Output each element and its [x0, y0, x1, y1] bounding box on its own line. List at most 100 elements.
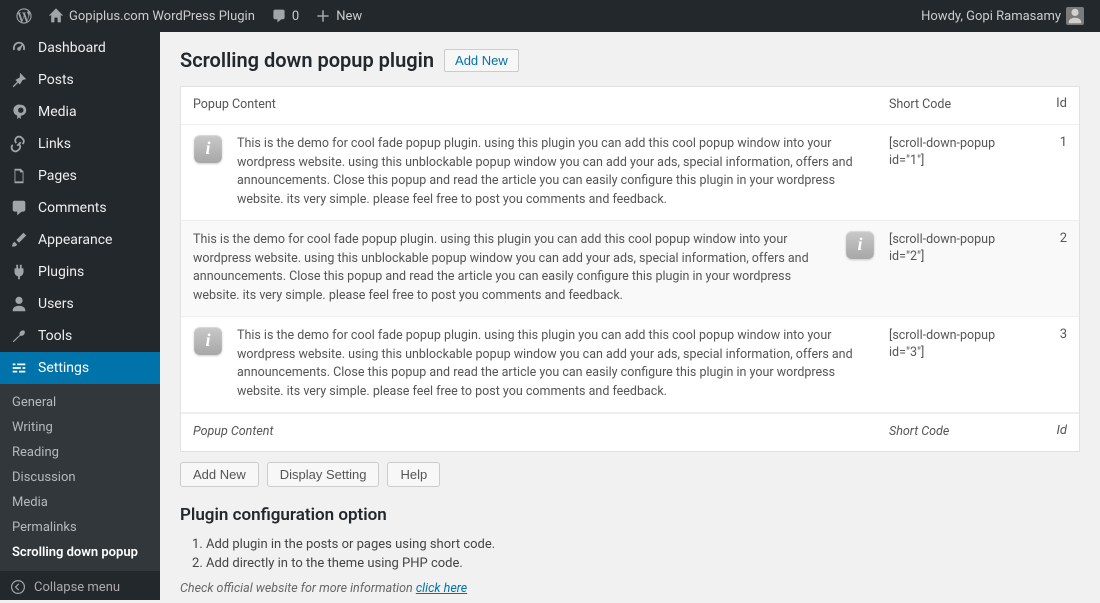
- avatar: [1066, 7, 1084, 25]
- menu-label: Settings: [38, 360, 89, 376]
- menu-tools[interactable]: Tools: [0, 320, 160, 352]
- row-content: This is the demo for cool fade popup plu…: [237, 327, 875, 402]
- info-icon: i: [194, 327, 222, 355]
- menu-pages[interactable]: Pages: [0, 160, 160, 192]
- menu-media[interactable]: Media: [0, 96, 160, 128]
- new-label: New: [336, 9, 362, 24]
- submenu-permalinks[interactable]: Permalinks: [0, 515, 160, 540]
- config-item: Add directly in to the theme using PHP c…: [206, 554, 1080, 573]
- menu-links[interactable]: Links: [0, 128, 160, 160]
- row-icon-cell: i: [193, 135, 223, 163]
- submenu-discussion[interactable]: Discussion: [0, 465, 160, 490]
- table-row[interactable]: This is the demo for cool fade popup plu…: [181, 221, 1079, 317]
- row-content: This is the demo for cool fade popup plu…: [193, 231, 831, 306]
- media-icon: [10, 103, 28, 121]
- page-title: Scrolling down popup plugin: [180, 48, 434, 72]
- home-icon: [48, 8, 64, 24]
- menu-label: Dashboard: [38, 40, 106, 56]
- collapse-label: Collapse menu: [34, 580, 120, 595]
- submenu-media[interactable]: Media: [0, 490, 160, 515]
- menu-label: Media: [38, 104, 77, 120]
- pin-icon: [10, 71, 28, 89]
- site-name: Gopiplus.com WordPress Plugin: [69, 9, 255, 24]
- greeting-text: Howdy, Gopi Ramasamy: [921, 9, 1061, 24]
- page-icon: [10, 167, 28, 185]
- table-row[interactable]: i This is the demo for cool fade popup p…: [181, 317, 1079, 413]
- collapse-menu[interactable]: Collapse menu: [0, 571, 160, 603]
- menu-label: Plugins: [38, 264, 84, 280]
- menu-posts[interactable]: Posts: [0, 64, 160, 96]
- dashboard-icon: [10, 39, 28, 57]
- menu-label: Tools: [38, 328, 72, 344]
- plug-icon: [10, 263, 28, 281]
- display-setting-button[interactable]: Display Setting: [267, 462, 380, 487]
- help-button[interactable]: Help: [387, 462, 440, 487]
- comment-icon: [10, 199, 28, 217]
- wordpress-icon: [16, 8, 32, 24]
- row-id: 2: [1043, 231, 1067, 246]
- row-icon-cell: i: [193, 327, 223, 355]
- sliders-icon: [10, 359, 28, 377]
- row-shortcode: [scroll-down-popup id="2"]: [889, 231, 1029, 266]
- row-icon-cell: i: [845, 231, 875, 259]
- col-content-header: Popup Content: [193, 96, 875, 115]
- menu-label: Pages: [38, 168, 77, 184]
- col-short-header: Short Code: [889, 96, 1029, 114]
- menu-label: Users: [38, 296, 74, 312]
- config-item: Add plugin in the posts or pages using s…: [206, 535, 1080, 554]
- account-link[interactable]: Howdy, Gopi Ramasamy: [913, 0, 1092, 32]
- wp-logo-menu[interactable]: [8, 0, 40, 32]
- row-id: 1: [1043, 135, 1067, 150]
- settings-submenu: General Writing Reading Discussion Media…: [0, 384, 160, 571]
- plus-icon: [315, 8, 331, 24]
- menu-label: Posts: [38, 72, 74, 88]
- submenu-scrolling-down-popup[interactable]: Scrolling down popup: [0, 540, 160, 565]
- menu-appearance[interactable]: Appearance: [0, 224, 160, 256]
- col-id-footer: Id: [1043, 423, 1067, 438]
- menu-label: Links: [38, 136, 71, 152]
- action-buttons: Add New Display Setting Help: [180, 462, 1080, 487]
- main-content: Scrolling down popup plugin Add New Popu…: [160, 32, 1100, 600]
- menu-plugins[interactable]: Plugins: [0, 256, 160, 288]
- config-list: Add plugin in the posts or pages using s…: [180, 535, 1080, 573]
- row-shortcode: [scroll-down-popup id="1"]: [889, 135, 1029, 170]
- col-id-header: Id: [1043, 96, 1067, 111]
- table-footer: Popup Content Short Code Id: [181, 413, 1079, 451]
- menu-comments[interactable]: Comments: [0, 192, 160, 224]
- add-new-button-top[interactable]: Add New: [444, 49, 519, 72]
- row-id: 3: [1043, 327, 1067, 342]
- row-content: This is the demo for cool fade popup plu…: [237, 135, 875, 210]
- menu-label: Appearance: [38, 232, 112, 248]
- submenu-writing[interactable]: Writing: [0, 415, 160, 440]
- admin-toolbar: Gopiplus.com WordPress Plugin 0 New Howd…: [0, 0, 1100, 32]
- comments-count: 0: [292, 9, 299, 24]
- submenu-general[interactable]: General: [0, 390, 160, 415]
- click-here-link[interactable]: click here: [416, 581, 467, 596]
- wrench-icon: [10, 327, 28, 345]
- info-icon: i: [194, 135, 222, 163]
- table-row[interactable]: i This is the demo for cool fade popup p…: [181, 125, 1079, 221]
- link-icon: [10, 135, 28, 153]
- note-text: Check official website for more informat…: [180, 581, 416, 596]
- comments-link[interactable]: 0: [263, 0, 307, 32]
- menu-dashboard[interactable]: Dashboard: [0, 32, 160, 64]
- col-content-footer: Popup Content: [193, 423, 875, 442]
- site-name-link[interactable]: Gopiplus.com WordPress Plugin: [40, 0, 263, 32]
- row-shortcode: [scroll-down-popup id="3"]: [889, 327, 1029, 362]
- submenu-reading[interactable]: Reading: [0, 440, 160, 465]
- menu-label: Comments: [38, 200, 107, 216]
- config-heading: Plugin configuration option: [180, 505, 1080, 525]
- menu-settings[interactable]: Settings: [0, 352, 160, 384]
- config-note: Check official website for more informat…: [180, 581, 1080, 596]
- popup-list-table: Popup Content Short Code Id i This is th…: [180, 86, 1080, 452]
- comment-icon: [271, 8, 287, 24]
- user-icon: [10, 295, 28, 313]
- collapse-icon: [10, 579, 26, 595]
- info-icon: i: [846, 231, 874, 259]
- admin-footer: Thank you for creating with WordPress. V…: [180, 596, 1080, 601]
- new-content-link[interactable]: New: [307, 0, 370, 32]
- menu-users[interactable]: Users: [0, 288, 160, 320]
- admin-sidebar: Dashboard Posts Media Links Pages Commen…: [0, 32, 160, 600]
- add-new-button[interactable]: Add New: [180, 462, 259, 487]
- table-header: Popup Content Short Code Id: [181, 87, 1079, 125]
